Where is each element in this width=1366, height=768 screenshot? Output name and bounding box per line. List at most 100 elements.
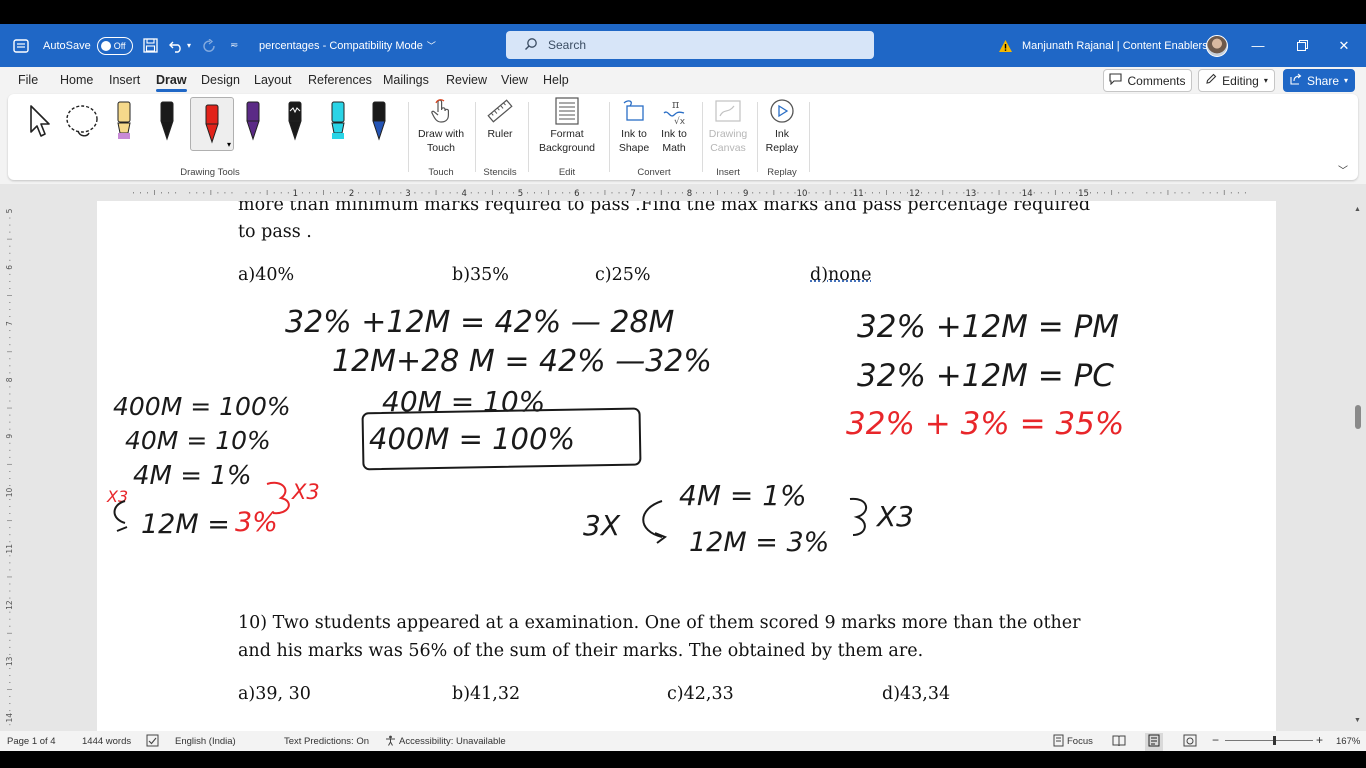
search-placeholder: Search (548, 38, 587, 52)
vertical-scrollbar[interactable]: ▲ ▼ (1350, 201, 1366, 731)
svg-text:1: 1 (293, 189, 298, 199)
share-icon (1290, 73, 1302, 88)
redo-icon (201, 24, 217, 67)
focus-mode[interactable]: Focus (1067, 736, 1093, 747)
zoom-in-button[interactable]: + (1316, 733, 1323, 747)
pencil-icon (1205, 73, 1217, 88)
editing-mode-button[interactable]: Editing ▾ (1198, 69, 1275, 92)
ink-replay-line1: Ink (774, 128, 789, 140)
accessibility-status[interactable]: Accessibility: Unavailable (399, 736, 506, 747)
tab-home[interactable]: Home (60, 73, 93, 87)
focus-icon[interactable] (1052, 734, 1065, 750)
document-page[interactable]: more than minimum marks required to pass… (97, 201, 1276, 741)
pen-purple-icon[interactable] (234, 97, 272, 145)
select-pointer-icon[interactable] (20, 97, 58, 145)
ruler-button[interactable]: Ruler (480, 96, 520, 141)
zoom-slider[interactable] (1225, 740, 1313, 741)
print-layout-icon[interactable] (1145, 733, 1163, 751)
close-button[interactable]: ✕ (1322, 24, 1366, 67)
pen-black-icon[interactable] (148, 97, 186, 145)
warning-icon[interactable] (998, 24, 1013, 67)
undo-icon[interactable] (168, 24, 184, 67)
svg-text:10: 10 (797, 189, 808, 199)
autosave-toggle[interactable]: Off (96, 36, 133, 55)
svg-text:7: 7 (5, 321, 14, 326)
tab-help[interactable]: Help (543, 73, 569, 87)
lasso-select-icon[interactable] (63, 97, 101, 145)
toggle-knob (100, 40, 111, 51)
word-count[interactable]: 1444 words (82, 736, 131, 747)
save-icon[interactable] (143, 24, 158, 67)
question-10-option-c: c)42,33 (667, 684, 734, 704)
ink-to-shape-icon (619, 96, 649, 126)
zoom-out-button[interactable]: − (1212, 733, 1219, 747)
zoom-level[interactable]: 167% (1336, 736, 1360, 747)
pen-black-galaxy-icon[interactable] (276, 97, 314, 145)
comment-icon (1109, 73, 1123, 88)
insert-group-label: Insert (716, 167, 740, 178)
ink-red-4: 32% + 3% = 35% (846, 406, 1124, 442)
tab-draw[interactable]: Draw (156, 73, 187, 92)
highlighter-yellow-icon[interactable] (105, 97, 143, 145)
minimize-button[interactable]: — (1236, 24, 1280, 67)
tab-mailings[interactable]: Mailings (383, 73, 429, 87)
title-bar: AutoSave Off ▾ ≂ percentages - Compatibi… (0, 24, 1366, 67)
tab-insert[interactable]: Insert (109, 73, 140, 87)
svg-text:13: 13 (965, 189, 976, 199)
tab-view[interactable]: View (501, 73, 528, 87)
drawing-canvas-line1: Drawing (708, 128, 748, 140)
restore-button[interactable] (1280, 24, 1324, 67)
tab-design[interactable]: Design (201, 73, 240, 87)
draw-with-touch-button[interactable]: Draw with Touch (412, 96, 470, 155)
svg-text:8: 8 (687, 189, 692, 199)
word-logo-icon (13, 24, 29, 67)
autosave-control[interactable]: AutoSave Off (43, 24, 133, 67)
highlighter-cyan-icon[interactable] (319, 97, 357, 145)
page-count[interactable]: Page 1 of 4 (7, 736, 56, 747)
scroll-up-icon[interactable]: ▲ (1354, 206, 1361, 213)
ink-to-math-button[interactable]: π √x Ink to Math (654, 96, 694, 155)
tab-file[interactable]: File (18, 73, 38, 87)
ink-to-shape-line1: Ink to (621, 128, 647, 140)
scroll-down-icon[interactable]: ▼ (1354, 717, 1361, 724)
scrollbar-thumb[interactable] (1355, 405, 1361, 429)
avatar[interactable] (1206, 24, 1228, 67)
ink-to-shape-button[interactable]: Ink to Shape (614, 96, 654, 155)
ink-red-1: 3% (235, 507, 278, 538)
ink-replay-line2: Replay (765, 142, 799, 154)
tab-references[interactable]: References (308, 73, 372, 87)
chevron-down-icon: ▾ (1344, 76, 1349, 85)
share-button[interactable]: Share ▾ (1283, 69, 1355, 92)
ink-right-1: 32% +12M = PM (857, 309, 1119, 345)
customize-toolbar-icon[interactable]: ≂ (230, 24, 238, 67)
proofing-icon[interactable] (146, 734, 159, 750)
format-background-button[interactable]: Format Background (533, 96, 601, 155)
pen-red-icon[interactable]: ▾ (190, 97, 234, 151)
ink-red-3: X3 (106, 487, 128, 506)
ribbon-collapse-icon[interactable]: ﹀ (1338, 162, 1348, 177)
svg-text:9: 9 (743, 189, 748, 199)
web-layout-icon[interactable] (1183, 734, 1197, 750)
group-separator (408, 102, 409, 172)
drawing-canvas-button: Drawing Canvas (707, 96, 749, 155)
zoom-slider-thumb[interactable] (1273, 736, 1276, 745)
action-pen-icon[interactable] (360, 97, 398, 145)
document-title[interactable]: percentages - Compatibility Mode ﹀ (259, 24, 436, 67)
ruler-icon (485, 96, 515, 126)
tab-layout[interactable]: Layout (254, 73, 292, 87)
undo-dropdown-icon[interactable]: ▾ (187, 24, 191, 67)
ink-to-shape-line2: Shape (618, 142, 650, 154)
ink-left-1: 400M = 100% (113, 392, 291, 421)
horizontal-ruler[interactable]: 1 2 3 4 5 6 7 8 9 10 11 12 13 14 15 (0, 184, 1366, 201)
read-mode-icon[interactable] (1112, 734, 1126, 750)
language[interactable]: English (India) (175, 736, 236, 747)
user-name[interactable]: Manjunath Rajanal | Content Enablers (1022, 24, 1208, 67)
vertical-ruler[interactable]: 5 6 7 8 9 10 11 12 13 14 (0, 201, 18, 731)
ribbon-tabs: File Home Insert Draw Design Layout Refe… (0, 67, 1366, 94)
search-box[interactable]: Search (506, 31, 874, 59)
comments-button[interactable]: Comments (1103, 69, 1192, 92)
accessibility-icon[interactable] (385, 735, 396, 749)
ink-replay-button[interactable]: Ink Replay (762, 96, 802, 155)
tab-review[interactable]: Review (446, 73, 487, 87)
text-predictions[interactable]: Text Predictions: On (284, 736, 369, 747)
